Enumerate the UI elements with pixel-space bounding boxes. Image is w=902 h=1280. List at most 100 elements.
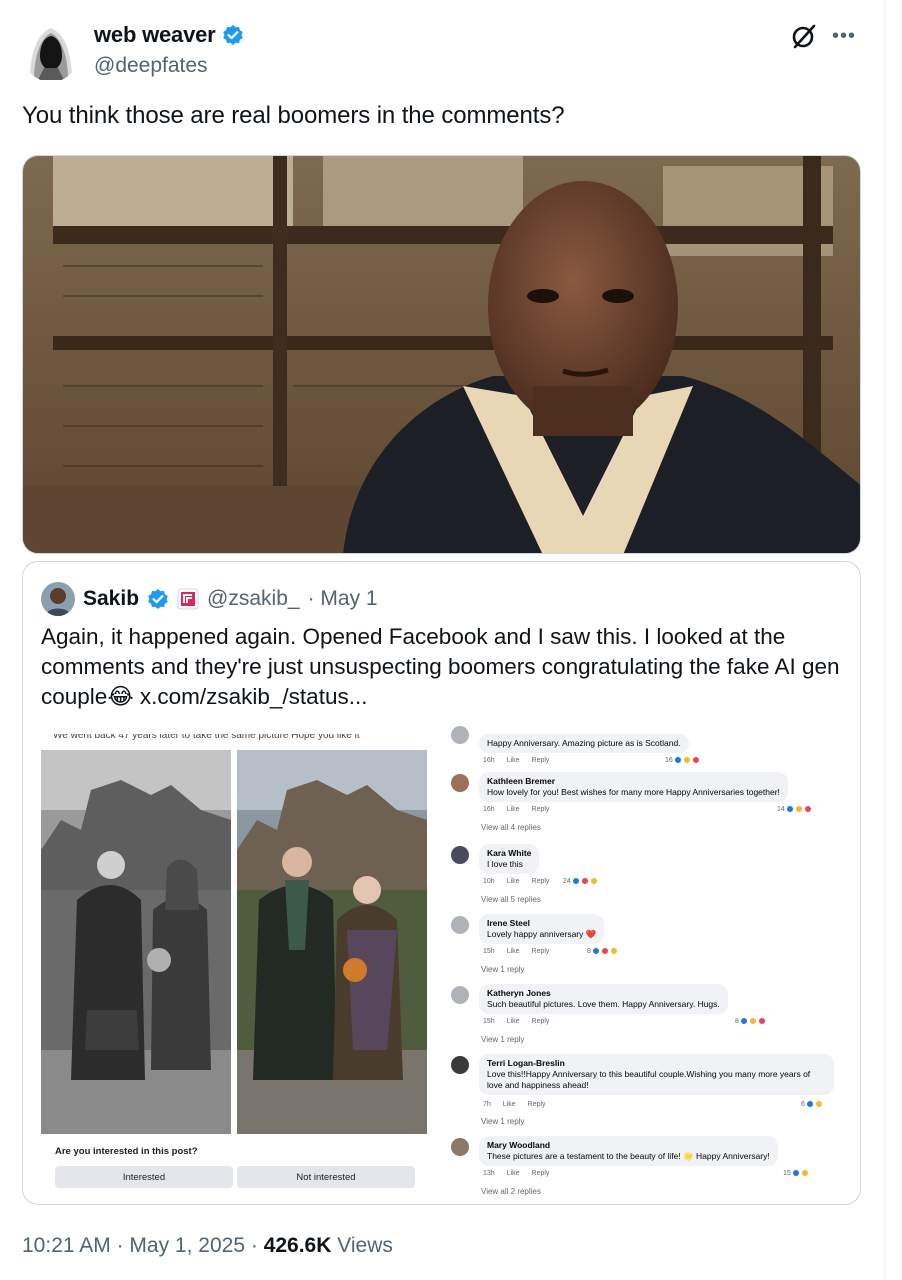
commenter-avatar xyxy=(451,916,469,934)
comment-time: 16h xyxy=(483,806,495,813)
like-link[interactable]: Like xyxy=(503,1101,516,1108)
tweet-date[interactable]: May 1, 2025 xyxy=(129,1234,245,1257)
haha-reaction-icon xyxy=(800,1169,809,1177)
comment-text: Lovely happy anniversary ❤️ xyxy=(487,929,597,939)
like-reaction-icon xyxy=(673,756,682,764)
view-replies-link[interactable]: View 1 reply xyxy=(481,965,524,974)
reaction-count: 6 xyxy=(801,1100,823,1108)
tweet-photo[interactable] xyxy=(22,155,861,554)
like-reaction-icon xyxy=(805,1100,814,1108)
reaction-number: 15 xyxy=(783,1169,791,1177)
comment-text: Love this!!Happy Anniversary to this bea… xyxy=(487,1069,811,1090)
facebook-post-screenshot: We went back 47 years later to take the … xyxy=(41,734,451,1194)
comment-text: Happy Anniversary. Amazing picture as is… xyxy=(487,738,681,748)
young-couple-image xyxy=(41,750,231,1134)
comment-bubble: Irene Steel Lovely happy anniversary ❤️ xyxy=(479,914,605,944)
haha-reaction-icon xyxy=(748,1017,757,1025)
comment-author[interactable]: Kathleen Bremer xyxy=(487,776,780,787)
affiliate-badge-icon xyxy=(177,588,199,610)
comment-author[interactable]: Katheryn Jones xyxy=(487,988,720,999)
like-link[interactable]: Like xyxy=(507,948,520,955)
reaction-count: 24 xyxy=(563,877,598,885)
reaction-number: 6 xyxy=(801,1100,805,1108)
avatar-image xyxy=(41,582,75,616)
view-replies-link[interactable]: View 1 reply xyxy=(481,1035,524,1044)
author-avatar[interactable] xyxy=(22,20,80,82)
haha-reaction-icon xyxy=(609,947,618,955)
comment-text: I love this xyxy=(487,859,523,869)
like-reaction-icon xyxy=(785,805,794,813)
reply-link[interactable]: Reply xyxy=(532,806,550,813)
reply-link[interactable]: Reply xyxy=(532,878,550,885)
quote-author-name[interactable]: Sakib xyxy=(83,587,139,611)
quote-tweet-card[interactable]: Sakib @zsakib_ · May 1 Again, it happene… xyxy=(22,561,861,1205)
comment-bubble: Kathleen Bremer How lovely for you! Best… xyxy=(479,772,788,802)
like-link[interactable]: Like xyxy=(507,1018,520,1025)
comment-text: These pictures are a testament to the be… xyxy=(487,1151,770,1161)
like-reaction-icon xyxy=(791,1169,800,1177)
haha-reaction-icon xyxy=(814,1100,823,1108)
like-link[interactable]: Like xyxy=(507,878,520,885)
reaction-number: 24 xyxy=(563,877,571,885)
tweet-footer: 10:21 AM · May 1, 2025 · 426.6K Views xyxy=(22,1234,393,1258)
commenter-avatar xyxy=(451,846,469,864)
like-link[interactable]: Like xyxy=(507,806,520,813)
reply-link[interactable]: Reply xyxy=(532,948,550,955)
hooded-figure-icon xyxy=(30,28,72,80)
view-replies-link[interactable]: View all 5 replies xyxy=(481,895,541,904)
love-reaction-icon xyxy=(600,947,609,955)
reaction-number: 16 xyxy=(665,756,673,764)
quote-link[interactable]: x.com/zsakib_/status... xyxy=(140,684,368,709)
reply-link[interactable]: Reply xyxy=(528,1101,546,1108)
author-display-name[interactable]: web weaver xyxy=(94,22,216,48)
comment-time: 10h xyxy=(483,878,495,885)
views-label: Views xyxy=(337,1234,393,1257)
quote-author-handle[interactable]: @zsakib_ xyxy=(207,587,300,611)
views-count: 426.6K xyxy=(263,1234,332,1257)
tweet-text: You think those are real boomers in the … xyxy=(22,102,565,129)
view-replies-link[interactable]: View all 4 replies xyxy=(481,823,541,832)
quote-date: · May 1 xyxy=(307,587,378,610)
like-reaction-icon xyxy=(571,877,580,885)
reaction-count: 14 xyxy=(777,805,812,813)
comment-author[interactable]: Mary Woodland xyxy=(487,1140,770,1151)
view-replies-link[interactable]: View all 2 replies xyxy=(481,1187,541,1196)
author-name-row[interactable]: web weaver xyxy=(94,22,244,48)
reply-link[interactable]: Reply xyxy=(532,757,550,764)
comment-author[interactable]: Irene Steel xyxy=(487,918,596,929)
comment-bubble: Kara White I love this xyxy=(479,844,540,874)
comment-author[interactable]: Terri Logan-Breslin xyxy=(487,1058,826,1069)
love-reaction-icon xyxy=(757,1017,766,1025)
comment-bubble: Katheryn Jones Such beautiful pictures. … xyxy=(479,984,728,1014)
grok-icon[interactable] xyxy=(790,22,818,50)
right-divider xyxy=(884,0,885,1280)
author-handle[interactable]: @deepfates xyxy=(94,54,208,78)
like-link[interactable]: Like xyxy=(507,757,520,764)
haha-reaction-icon xyxy=(589,877,598,885)
quote-author-avatar[interactable] xyxy=(41,582,75,616)
reply-link[interactable]: Reply xyxy=(532,1170,550,1177)
comment-author[interactable]: Kara White xyxy=(487,848,531,859)
comment-time: 16h xyxy=(483,757,495,764)
reaction-count: 8 xyxy=(735,1017,766,1025)
love-reaction-icon xyxy=(580,877,589,885)
reply-link[interactable]: Reply xyxy=(532,1018,550,1025)
reaction-count: 16 xyxy=(665,756,700,764)
movie-still-image xyxy=(23,156,860,553)
fb-photo-elderly-couple xyxy=(237,750,427,1134)
like-link[interactable]: Like xyxy=(507,1170,520,1177)
comment-time: 15h xyxy=(483,1018,495,1025)
commenter-avatar xyxy=(451,774,469,792)
like-reaction-icon xyxy=(591,947,600,955)
like-reaction-icon xyxy=(739,1017,748,1025)
quote-text-block: Again, it happened again. Opened Faceboo… xyxy=(41,622,841,712)
love-reaction-icon xyxy=(691,756,700,764)
view-replies-link[interactable]: View 1 reply xyxy=(481,1117,524,1126)
tweet-time[interactable]: 10:21 AM xyxy=(22,1234,111,1257)
comment-bubble: Mary Woodland These pictures are a testa… xyxy=(479,1136,778,1166)
laughing-emoji: 😂 xyxy=(107,684,134,709)
fb-caption-cut: We went back 47 years later to take the … xyxy=(53,734,360,740)
more-options-icon[interactable]: ••• xyxy=(832,26,856,46)
fb-not-interested-button[interactable]: Not interested xyxy=(237,1166,415,1188)
fb-interested-button[interactable]: Interested xyxy=(55,1166,233,1188)
